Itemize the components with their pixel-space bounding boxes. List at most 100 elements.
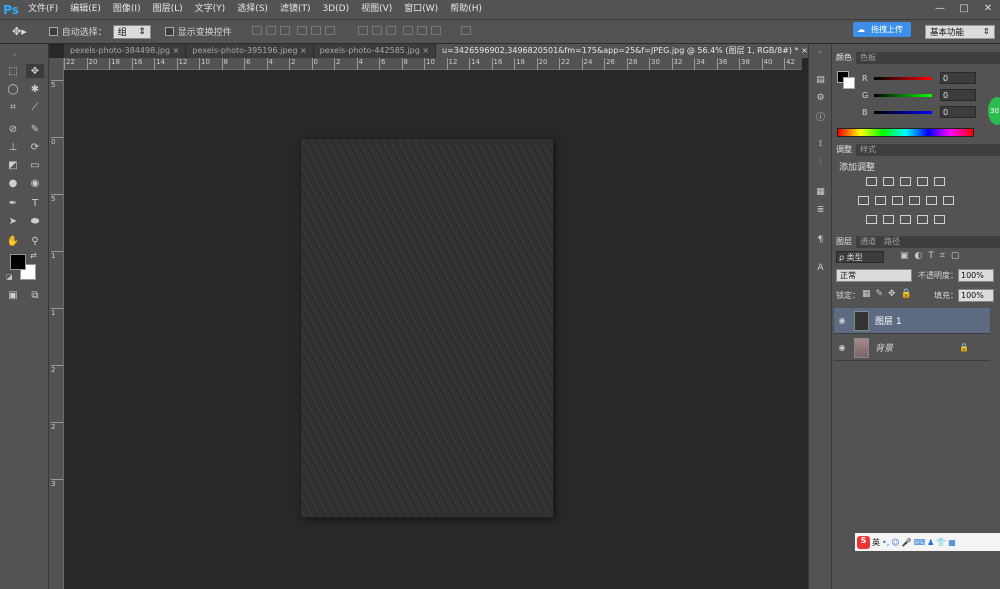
close-icon[interactable]: × [300, 46, 307, 55]
tab-adjustments[interactable]: 调整 [832, 144, 856, 156]
align-right-icon[interactable] [324, 25, 335, 35]
green-slider[interactable] [874, 93, 932, 97]
hue-saturation-icon[interactable] [858, 196, 869, 205]
layer-name[interactable]: 背景 [875, 341, 959, 354]
menu-window[interactable]: 窗口(W) [398, 0, 444, 19]
menu-type[interactable]: 文字(Y) [189, 0, 232, 19]
move-tool-preset-icon[interactable]: ✥▸ [12, 25, 27, 38]
mic-icon[interactable]: 🎤 [902, 538, 912, 547]
brush-settings-icon[interactable]: ⫶ [813, 156, 828, 168]
pen-tool-icon[interactable]: ✒ [4, 196, 22, 210]
brush-presets-icon[interactable]: ⟟ [813, 138, 828, 150]
align-vcenter-icon[interactable] [265, 25, 276, 35]
align-hcenter-icon[interactable] [310, 25, 321, 35]
tab-document-2[interactable]: pexels-photo-395196.jpeg × [186, 44, 314, 58]
dodge-tool-icon[interactable]: ◉ [26, 176, 44, 190]
color-balance-icon[interactable] [875, 196, 886, 205]
eraser-icon[interactable]: ◩ [4, 158, 22, 172]
paragraph-style-icon[interactable]: ¶ [813, 234, 828, 246]
character-icon[interactable]: ▦ [813, 186, 828, 198]
info-icon[interactable]: ⓘ [813, 110, 828, 123]
marquee-tool-icon[interactable]: ⬚ [4, 64, 22, 78]
black-white-icon[interactable] [892, 196, 903, 205]
close-icon[interactable]: × [422, 46, 429, 55]
layer-filter-dropdown[interactable]: ρ 类型 [836, 251, 884, 263]
ime-lang[interactable]: 英 [872, 537, 880, 548]
opacity-input[interactable]: 100% [958, 269, 994, 282]
align-bottom-icon[interactable] [279, 25, 290, 35]
default-colors-icon[interactable]: ◪ [6, 273, 13, 281]
brush-tool-icon[interactable]: ✎ [26, 122, 44, 136]
gradient-map-icon[interactable] [934, 215, 945, 224]
layer-row-1[interactable]: ◉ 图层 1 [834, 308, 990, 334]
history-icon[interactable]: ▤ [813, 74, 828, 86]
align-top-icon[interactable] [251, 25, 262, 35]
document-canvas[interactable] [301, 139, 553, 517]
ellipse-shape-icon[interactable]: ⬬ [26, 214, 44, 228]
tab-document-1[interactable]: pexels-photo-384498.jpg × [64, 44, 187, 58]
blur-tool-icon[interactable]: ● [4, 176, 22, 190]
grid-icon[interactable]: ▦ [948, 538, 956, 547]
type-tool-icon[interactable]: T [26, 196, 44, 210]
distribute-vcenter-icon[interactable] [372, 25, 383, 35]
align-left-icon[interactable] [296, 25, 307, 35]
tab-color[interactable]: 颜色 [832, 52, 856, 64]
canvas-area[interactable] [64, 70, 802, 589]
photo-filter-icon[interactable] [909, 196, 920, 205]
speed-indicator[interactable]: 30 [988, 97, 1000, 125]
healing-brush-icon[interactable]: ⊘ [4, 122, 22, 136]
tab-layers[interactable]: 图层 [832, 236, 856, 248]
channel-mixer-icon[interactable] [926, 196, 937, 205]
brightness-icon[interactable] [866, 177, 877, 186]
swap-colors-icon[interactable]: ⇄ [30, 251, 37, 260]
layer-name[interactable]: 图层 1 [875, 314, 902, 327]
menu-layer[interactable]: 图层(L) [147, 0, 189, 19]
crop-tool-icon[interactable]: ⌗ [4, 100, 22, 114]
vibrance-icon[interactable] [934, 177, 945, 186]
close-icon[interactable]: × [801, 46, 808, 55]
move-tool-icon[interactable]: ✥ [26, 64, 44, 78]
blue-value[interactable]: 0 [940, 106, 976, 118]
menu-view[interactable]: 视图(V) [355, 0, 398, 19]
threshold-icon[interactable] [900, 215, 911, 224]
restore-button[interactable]: □ [952, 0, 976, 17]
distribute-right-icon[interactable] [431, 25, 442, 35]
menu-help[interactable]: 帮助(H) [444, 0, 488, 19]
color-panel-background[interactable] [843, 77, 855, 89]
blend-mode-dropdown[interactable]: 正常 [836, 269, 912, 282]
blue-slider[interactable] [874, 110, 932, 114]
tab-styles[interactable]: 样式 [856, 144, 880, 156]
curves-icon[interactable] [900, 177, 911, 186]
color-lookup-icon[interactable] [943, 196, 954, 205]
baidu-upload-badge[interactable]: ☁ 拖拽上传 [853, 22, 911, 37]
menu-image[interactable]: 图像(I) [107, 0, 147, 19]
workspace-dropdown[interactable]: 基本功能 ⇕ [925, 25, 995, 39]
tab-swatches[interactable]: 色板 [856, 52, 880, 64]
lasso-tool-icon[interactable]: ◯ [4, 82, 22, 96]
keyboard-icon[interactable]: ⌨ [914, 538, 926, 547]
eyedropper-icon[interactable]: ⟋ [26, 100, 44, 114]
levels-icon[interactable] [883, 177, 894, 186]
hand-tool-icon[interactable]: ✋ [4, 234, 22, 248]
panel-collapse-icon[interactable]: « [6, 48, 24, 62]
show-transform-checkbox[interactable] [164, 27, 174, 36]
distribute-left-icon[interactable] [403, 25, 414, 35]
auto-align-icon[interactable] [461, 25, 472, 35]
fill-input[interactable]: 100% [958, 289, 994, 302]
menu-edit[interactable]: 编辑(E) [64, 0, 107, 19]
tab-paths[interactable]: 路径 [880, 236, 904, 248]
shirt-icon[interactable]: 👕 [936, 538, 946, 547]
menu-file[interactable]: 文件(F) [22, 0, 64, 19]
layer-filter-icons[interactable]: ▣◐T⌗▢ [900, 251, 965, 261]
red-value[interactable]: 0 [940, 72, 976, 84]
posterize-icon[interactable] [883, 215, 894, 224]
selective-color-icon[interactable] [917, 215, 928, 224]
tab-document-3[interactable]: pexels-photo-442585.jpg × [313, 44, 437, 58]
red-slider[interactable] [874, 76, 932, 80]
menu-3d[interactable]: 3D(D) [316, 0, 355, 19]
menu-select[interactable]: 选择(S) [231, 0, 274, 19]
screen-mode-icon[interactable]: ⧉ [26, 288, 44, 302]
vertical-ruler[interactable]: 5 0 5 1 1 2 2 3 [49, 58, 64, 589]
paragraph-icon[interactable]: ≣ [813, 204, 828, 216]
path-select-icon[interactable]: ➤ [4, 214, 22, 228]
